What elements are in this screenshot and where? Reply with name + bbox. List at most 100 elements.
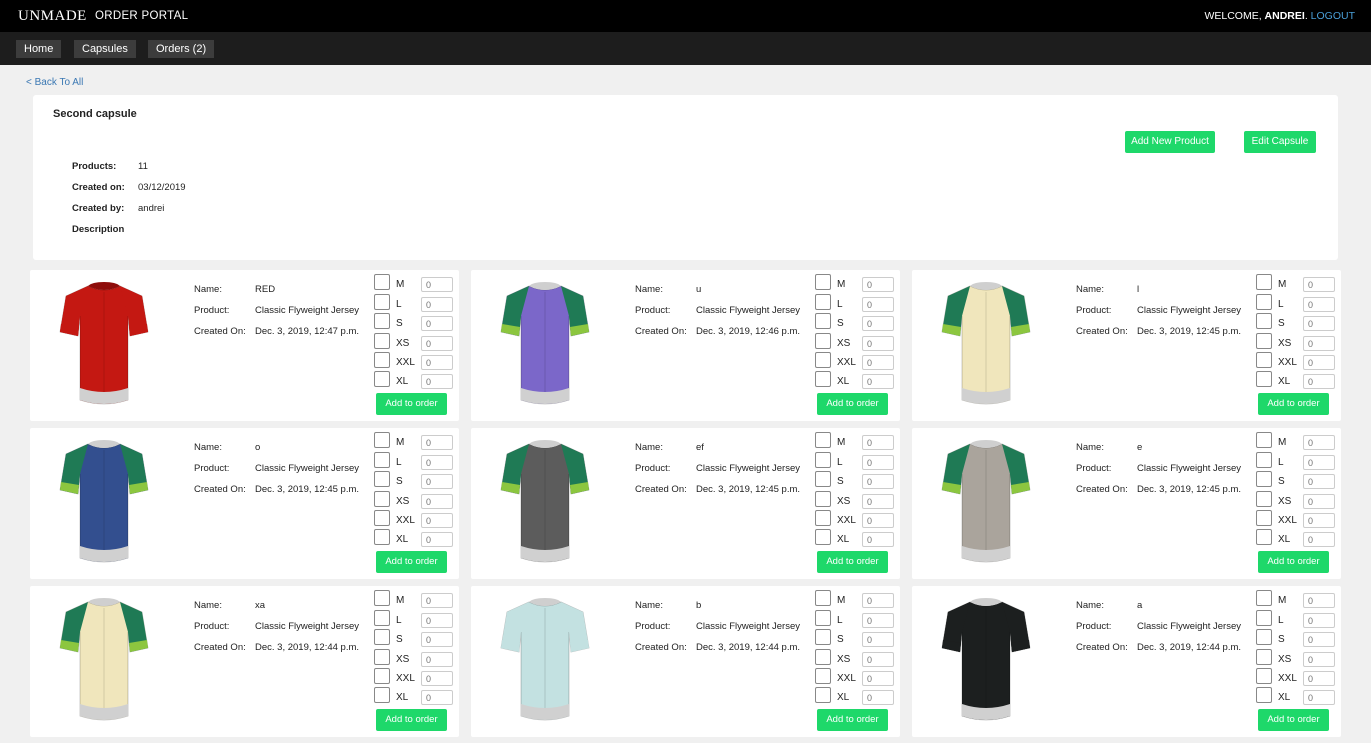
size-checkbox-xxl[interactable] xyxy=(374,668,390,684)
quantity-input-l[interactable] xyxy=(421,455,453,470)
quantity-input-s[interactable] xyxy=(421,632,453,647)
size-checkbox-s[interactable] xyxy=(374,313,390,329)
size-checkbox-l[interactable] xyxy=(815,294,831,310)
size-checkbox-xxl[interactable] xyxy=(815,668,831,684)
quantity-input-s[interactable] xyxy=(862,474,894,489)
size-checkbox-xs[interactable] xyxy=(1256,491,1272,507)
size-checkbox-l[interactable] xyxy=(1256,294,1272,310)
quantity-input-xxl[interactable] xyxy=(1303,513,1335,528)
brand-logo[interactable]: UNMADE xyxy=(18,8,87,25)
size-checkbox-xxl[interactable] xyxy=(1256,668,1272,684)
size-checkbox-l[interactable] xyxy=(815,610,831,626)
size-checkbox-m[interactable] xyxy=(1256,432,1272,448)
size-checkbox-l[interactable] xyxy=(374,610,390,626)
size-checkbox-xs[interactable] xyxy=(1256,333,1272,349)
edit-capsule-button[interactable]: Edit Capsule xyxy=(1244,131,1316,153)
quantity-input-xs[interactable] xyxy=(1303,336,1335,351)
quantity-input-xs[interactable] xyxy=(1303,494,1335,509)
size-checkbox-s[interactable] xyxy=(374,471,390,487)
size-checkbox-xs[interactable] xyxy=(815,333,831,349)
nav-orders[interactable]: Orders (2) xyxy=(148,40,215,58)
quantity-input-m[interactable] xyxy=(862,435,894,450)
quantity-input-l[interactable] xyxy=(1303,297,1335,312)
add-to-order-button[interactable]: Add to order xyxy=(376,551,447,573)
quantity-input-xxl[interactable] xyxy=(421,513,453,528)
quantity-input-xl[interactable] xyxy=(421,532,453,547)
quantity-input-xxl[interactable] xyxy=(1303,355,1335,370)
quantity-input-l[interactable] xyxy=(421,297,453,312)
size-checkbox-m[interactable] xyxy=(374,590,390,606)
size-checkbox-xs[interactable] xyxy=(1256,649,1272,665)
quantity-input-xxl[interactable] xyxy=(862,513,894,528)
size-checkbox-l[interactable] xyxy=(374,294,390,310)
quantity-input-m[interactable] xyxy=(862,593,894,608)
quantity-input-xxl[interactable] xyxy=(862,355,894,370)
quantity-input-m[interactable] xyxy=(862,277,894,292)
size-checkbox-xl[interactable] xyxy=(815,687,831,703)
quantity-input-xs[interactable] xyxy=(862,652,894,667)
quantity-input-xs[interactable] xyxy=(421,494,453,509)
quantity-input-m[interactable] xyxy=(421,435,453,450)
size-checkbox-xxl[interactable] xyxy=(1256,510,1272,526)
quantity-input-xl[interactable] xyxy=(1303,690,1335,705)
size-checkbox-s[interactable] xyxy=(815,629,831,645)
size-checkbox-xs[interactable] xyxy=(374,333,390,349)
quantity-input-s[interactable] xyxy=(1303,632,1335,647)
quantity-input-xl[interactable] xyxy=(862,532,894,547)
size-checkbox-xxl[interactable] xyxy=(374,510,390,526)
add-to-order-button[interactable]: Add to order xyxy=(1258,709,1329,731)
add-to-order-button[interactable]: Add to order xyxy=(817,709,888,731)
quantity-input-m[interactable] xyxy=(421,593,453,608)
size-checkbox-xxl[interactable] xyxy=(815,510,831,526)
quantity-input-xxl[interactable] xyxy=(1303,671,1335,686)
quantity-input-s[interactable] xyxy=(1303,474,1335,489)
size-checkbox-m[interactable] xyxy=(374,274,390,290)
quantity-input-l[interactable] xyxy=(421,613,453,628)
quantity-input-xxl[interactable] xyxy=(421,671,453,686)
add-to-order-button[interactable]: Add to order xyxy=(376,393,447,415)
size-checkbox-s[interactable] xyxy=(1256,313,1272,329)
quantity-input-m[interactable] xyxy=(421,277,453,292)
size-checkbox-m[interactable] xyxy=(815,432,831,448)
add-to-order-button[interactable]: Add to order xyxy=(1258,393,1329,415)
quantity-input-xs[interactable] xyxy=(862,336,894,351)
quantity-input-l[interactable] xyxy=(1303,455,1335,470)
add-to-order-button[interactable]: Add to order xyxy=(817,551,888,573)
nav-capsules[interactable]: Capsules xyxy=(74,40,136,58)
quantity-input-xl[interactable] xyxy=(1303,532,1335,547)
size-checkbox-xs[interactable] xyxy=(815,491,831,507)
size-checkbox-m[interactable] xyxy=(815,590,831,606)
quantity-input-xs[interactable] xyxy=(421,336,453,351)
add-new-product-button[interactable]: Add New Product xyxy=(1125,131,1215,153)
size-checkbox-xl[interactable] xyxy=(374,529,390,545)
back-to-all-link[interactable]: < Back To All xyxy=(26,77,83,88)
quantity-input-s[interactable] xyxy=(862,632,894,647)
size-checkbox-m[interactable] xyxy=(1256,590,1272,606)
quantity-input-xs[interactable] xyxy=(862,494,894,509)
size-checkbox-xs[interactable] xyxy=(374,649,390,665)
quantity-input-m[interactable] xyxy=(1303,593,1335,608)
size-checkbox-m[interactable] xyxy=(374,432,390,448)
size-checkbox-xl[interactable] xyxy=(1256,687,1272,703)
size-checkbox-xl[interactable] xyxy=(374,687,390,703)
quantity-input-xxl[interactable] xyxy=(421,355,453,370)
quantity-input-m[interactable] xyxy=(1303,277,1335,292)
quantity-input-s[interactable] xyxy=(421,316,453,331)
size-checkbox-l[interactable] xyxy=(1256,452,1272,468)
size-checkbox-s[interactable] xyxy=(815,313,831,329)
add-to-order-button[interactable]: Add to order xyxy=(1258,551,1329,573)
size-checkbox-s[interactable] xyxy=(374,629,390,645)
size-checkbox-m[interactable] xyxy=(815,274,831,290)
quantity-input-s[interactable] xyxy=(421,474,453,489)
quantity-input-l[interactable] xyxy=(862,455,894,470)
add-to-order-button[interactable]: Add to order xyxy=(376,709,447,731)
quantity-input-xxl[interactable] xyxy=(862,671,894,686)
quantity-input-s[interactable] xyxy=(1303,316,1335,331)
size-checkbox-xs[interactable] xyxy=(815,649,831,665)
quantity-input-l[interactable] xyxy=(862,297,894,312)
quantity-input-xl[interactable] xyxy=(1303,374,1335,389)
quantity-input-xs[interactable] xyxy=(1303,652,1335,667)
logout-link[interactable]: LOGOUT xyxy=(1311,10,1355,22)
size-checkbox-xl[interactable] xyxy=(1256,529,1272,545)
size-checkbox-l[interactable] xyxy=(1256,610,1272,626)
